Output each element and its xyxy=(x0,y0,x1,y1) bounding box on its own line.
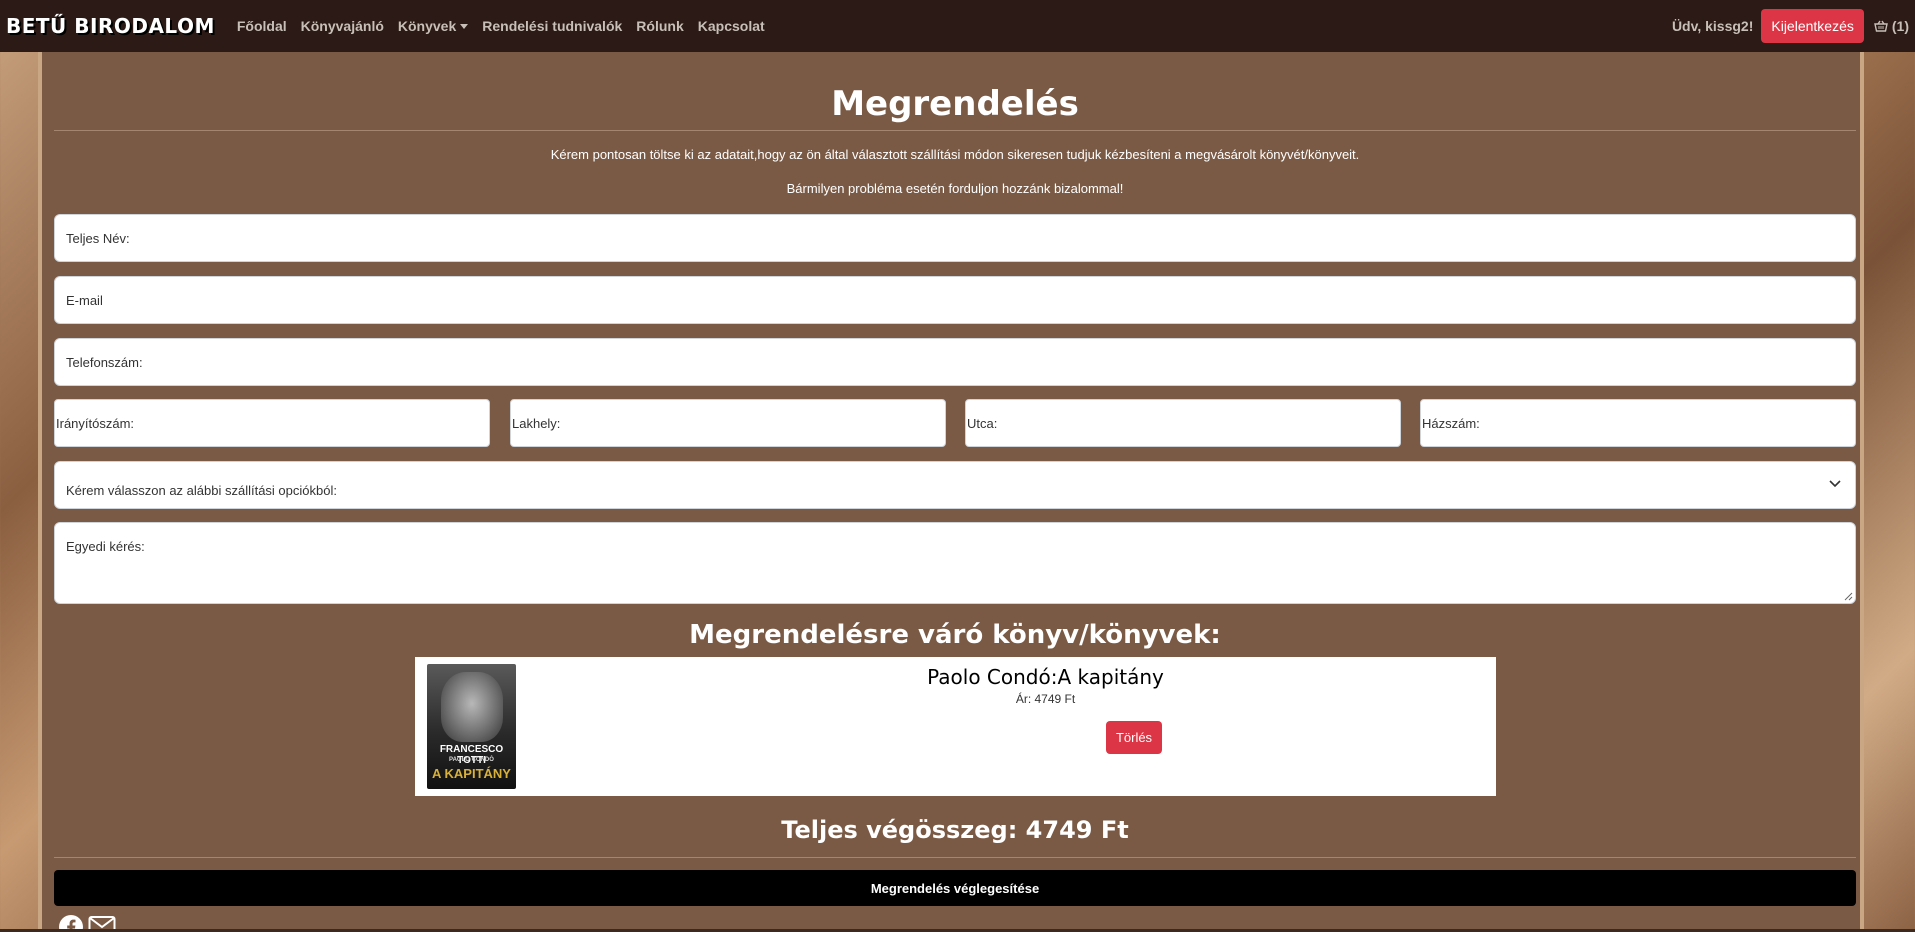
nav-link-order-info[interactable]: Rendelési tudnivalók xyxy=(482,18,622,34)
order-panel: Megrendelés Kérem pontosan töltse ki az … xyxy=(38,52,1864,932)
city-field[interactable]: Lakhely: xyxy=(510,399,946,447)
fullname-placeholder: Teljes Név: xyxy=(66,230,130,246)
navbar: BETŰ BIRODALOM Főoldal Könyvajánló Könyv… xyxy=(0,0,1915,52)
intro-text: Kérem pontosan töltse ki az adatait,hogy… xyxy=(550,147,1360,162)
chevron-down-icon xyxy=(1829,480,1841,488)
email-placeholder: E-mail xyxy=(66,292,103,308)
shipping-select-value: Kérem válasszon az alábbi szállítási opc… xyxy=(66,482,337,498)
nav-right: Üdv, kissg2! Kijelentkezés (1) xyxy=(1672,9,1909,43)
fullname-field[interactable]: Teljes Név: xyxy=(54,214,1856,262)
logout-button[interactable]: Kijelentkezés xyxy=(1761,9,1864,43)
house-number-field[interactable]: Házszám: xyxy=(1420,399,1856,447)
nav-link-home[interactable]: Főoldal xyxy=(237,18,287,34)
nav-link-recommender[interactable]: Könyvajánló xyxy=(301,18,384,34)
phone-field[interactable]: Telefonszám: xyxy=(54,338,1856,386)
phone-placeholder: Telefonszám: xyxy=(66,354,143,370)
caret-down-icon xyxy=(460,23,469,29)
user-greeting: Üdv, kissg2! xyxy=(1671,18,1754,34)
nav-link-contact[interactable]: Kapcsolat xyxy=(698,18,765,34)
title-divider xyxy=(54,130,1856,131)
order-item-card: FRANCESCO TOTTI PAOLO CONDÒ A KAPITÁNY P… xyxy=(415,657,1496,796)
basket-icon xyxy=(1874,20,1888,32)
custom-request-placeholder: Egyedi kérés: xyxy=(66,539,145,554)
cart-link[interactable]: (1) xyxy=(1874,18,1909,34)
city-placeholder: Lakhely: xyxy=(512,415,561,431)
nav-dropdown-books[interactable]: Könyvek xyxy=(397,18,469,34)
street-field[interactable]: Utca: xyxy=(965,399,1401,447)
cover-coauthor: PAOLO CONDÒ xyxy=(449,757,494,763)
nav-link-books-label: Könyvek xyxy=(397,18,457,34)
custom-request-textarea[interactable]: Egyedi kérés: xyxy=(54,522,1856,604)
page-title: Megrendelés xyxy=(831,84,1079,124)
finalize-order-button[interactable]: Megrendelés véglegesítése xyxy=(54,870,1856,906)
shipping-select[interactable]: Kérem válasszon az alábbi szállítási opc… xyxy=(54,461,1856,509)
cover-title: A KAPITÁNY xyxy=(432,766,511,781)
zip-field[interactable]: Irányítószám: xyxy=(54,399,490,447)
resize-handle-icon[interactable] xyxy=(1843,591,1853,601)
delete-item-button[interactable]: Törlés xyxy=(1106,721,1162,754)
street-placeholder: Utca: xyxy=(967,415,998,431)
email-field[interactable]: E-mail xyxy=(54,276,1856,324)
zip-placeholder: Irányítószám: xyxy=(56,415,135,431)
book-price: Ár: 4749 Ft xyxy=(1015,692,1076,706)
intro-help-text: Bármilyen probléma esetén forduljon hozz… xyxy=(786,181,1124,196)
house-number-placeholder: Házszám: xyxy=(1422,415,1480,431)
order-items-heading: Megrendelésre váró könyv/könyvek: xyxy=(689,620,1221,650)
order-total: Teljes végösszeg: 4749 Ft xyxy=(781,816,1129,844)
cart-count: (1) xyxy=(1891,18,1909,34)
total-divider xyxy=(54,857,1856,858)
nav-link-about[interactable]: Rólunk xyxy=(636,18,683,34)
book-title: Paolo Condó:A kapitány xyxy=(927,665,1164,689)
order-panel-inner: Megrendelés Kérem pontosan töltse ki az … xyxy=(54,52,1856,932)
brand-logo[interactable]: BETŰ BIRODALOM xyxy=(6,14,215,38)
